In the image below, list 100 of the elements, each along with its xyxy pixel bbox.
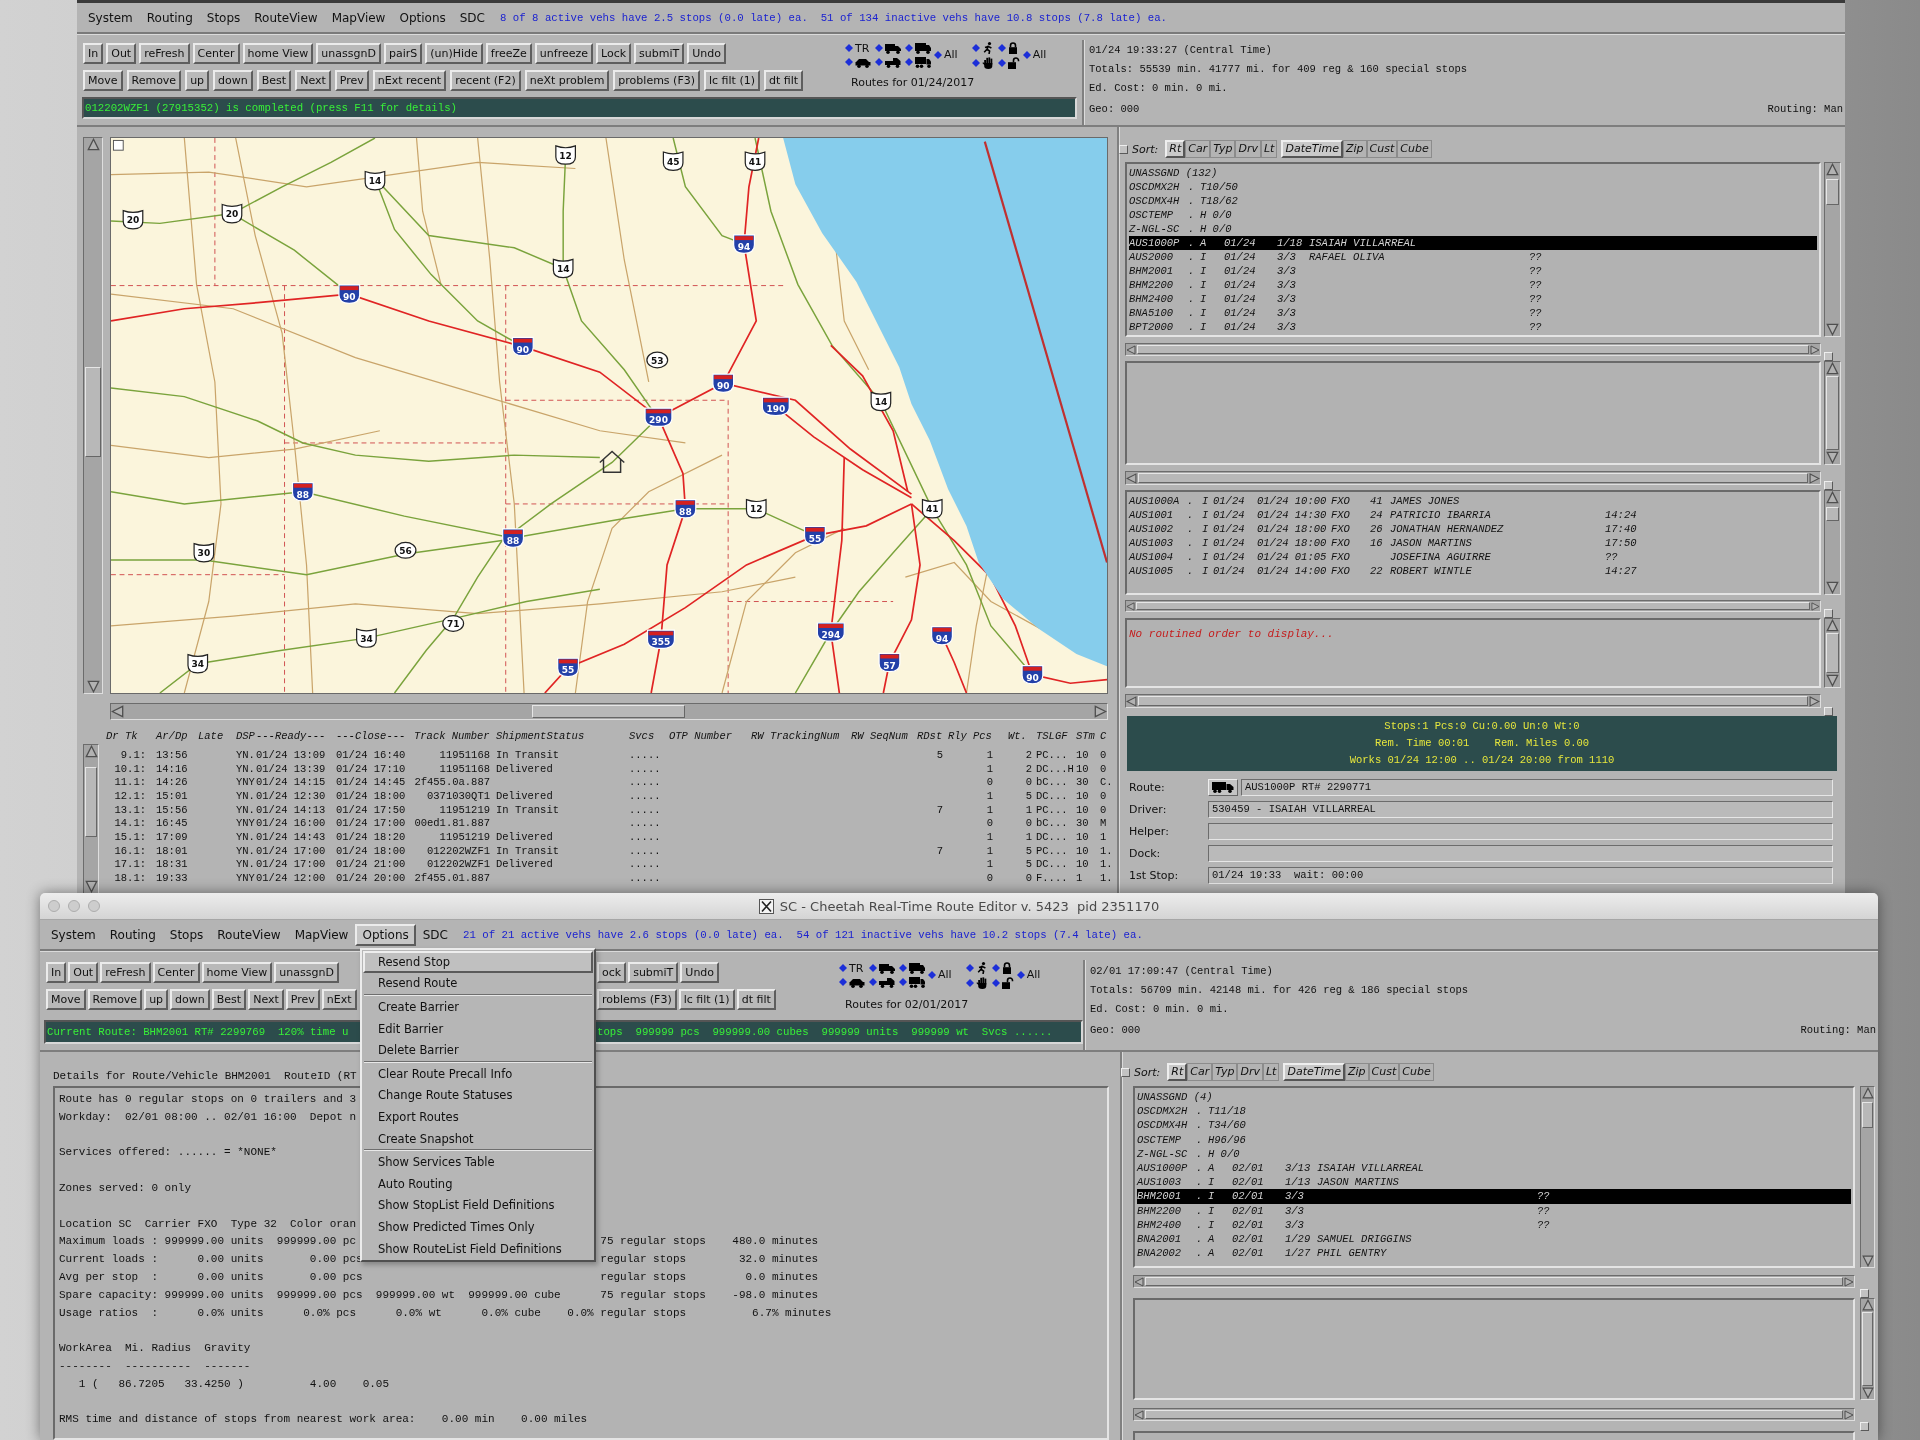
toolbar-button[interactable]: Remove	[87, 989, 143, 1010]
route-row[interactable]: OSCTEMP . H 0/0	[1129, 208, 1817, 222]
sort-button[interactable]: Rt	[1165, 140, 1186, 158]
sash-handle-icon[interactable]	[1860, 1289, 1869, 1298]
up-arrow-icon[interactable]	[1826, 163, 1839, 176]
route-row[interactable]: AUS1000P . A 02/01 3/13 ISAIAH VILLARREAL	[1137, 1160, 1851, 1176]
route-row[interactable]: BNA2001 . A 02/01 1/29 SAMUEL DRIGGINS	[1137, 1231, 1851, 1247]
order-row[interactable]: AUS1004 . I 01/24 01/24 01:05 FXO JOSEFINA AGUIRRE ??	[1129, 550, 1817, 564]
menu-item[interactable]: Routing	[102, 923, 163, 946]
menu-item[interactable]: Edit Barrier	[363, 1017, 593, 1040]
menu-item[interactable]: RouteView	[210, 923, 288, 946]
sort-button[interactable]: Cust	[1368, 1063, 1400, 1081]
toolbar-button[interactable]: neXt problem	[524, 70, 610, 91]
vertical-scrollbar[interactable]	[1824, 490, 1841, 595]
toolbar-button[interactable]: up	[144, 989, 169, 1010]
left-arrow-icon[interactable]	[1126, 344, 1136, 355]
scroll-thumb[interactable]	[1138, 473, 1808, 483]
scroll-thumb[interactable]	[1862, 1102, 1873, 1128]
menu-item[interactable]: SDC	[415, 923, 455, 946]
sort-button[interactable]: Typ	[1210, 140, 1236, 158]
sort-button[interactable]: Cube	[1399, 1063, 1434, 1081]
down-arrow-icon[interactable]	[1861, 1387, 1874, 1399]
toolbar-button[interactable]: Center	[152, 962, 200, 983]
route-row[interactable]: AUS2000 . I 01/24 3/3 RAFAEL OLIVA ??	[1129, 250, 1817, 264]
menu-item[interactable]: MapView	[287, 923, 356, 946]
menu-item[interactable]: Create Snapshot	[363, 1127, 593, 1150]
toolbar-button[interactable]: lc filt (1)	[678, 989, 735, 1010]
toolbar-button[interactable]: Best	[211, 989, 247, 1010]
vertical-scrollbar[interactable]	[1824, 162, 1841, 337]
toolbar-button[interactable]: down	[213, 70, 253, 91]
menu-item[interactable]: Stops	[162, 923, 211, 946]
vertical-scrollbar[interactable]	[1824, 361, 1841, 465]
toolbar-button[interactable]: Center	[192, 43, 240, 64]
toolbar-button[interactable]: Next	[248, 989, 284, 1010]
scroll-thumb[interactable]	[1145, 1277, 1843, 1286]
toolbar-button[interactable]: home View	[242, 43, 314, 64]
route-row[interactable]: OSCDMX2H . T10/50	[1129, 180, 1817, 194]
input-field[interactable]	[1208, 822, 1833, 840]
sash-handle-icon[interactable]	[1860, 1422, 1869, 1431]
vertical-scrollbar[interactable]	[1824, 618, 1841, 688]
toolbar-button[interactable]: Move	[83, 70, 123, 91]
route-row[interactable]: UNASSGND (4)	[1137, 1090, 1851, 1105]
right-arrow-icon[interactable]	[1811, 601, 1820, 611]
toolbar-button[interactable]: Prev	[334, 70, 369, 91]
horizontal-scrollbar[interactable]	[1125, 343, 1821, 356]
right-arrow-icon[interactable]	[1094, 705, 1107, 718]
sash-handle-icon[interactable]	[1824, 481, 1833, 490]
menu-item[interactable]: Routing	[139, 6, 200, 29]
horizontal-scrollbar[interactable]	[1125, 600, 1821, 612]
route-row[interactable]: BHM2400 . I 01/24 3/3 ??	[1129, 292, 1817, 306]
toolbar-button[interactable]: unfreeze	[534, 43, 593, 64]
right-arrow-icon[interactable]	[1844, 1276, 1854, 1287]
diamond-toggle-icon[interactable]	[928, 971, 936, 979]
menu-item[interactable]: Resend Route	[363, 972, 593, 995]
scroll-thumb[interactable]	[1137, 345, 1809, 354]
route-row[interactable]: UNASSGND (132)	[1129, 166, 1817, 180]
menu-item[interactable]: Create Barrier	[363, 996, 593, 1018]
horizontal-scrollbar[interactable]	[110, 703, 1108, 720]
vertical-scrollbar[interactable]	[83, 137, 103, 694]
toolbar-button[interactable]: Out	[106, 43, 137, 64]
down-arrow-icon[interactable]	[1826, 674, 1839, 687]
scroll-thumb[interactable]	[1826, 507, 1839, 521]
scroll-thumb[interactable]	[1826, 179, 1839, 205]
order-row[interactable]: AUS1000A . I 01/24 01/24 10:00 FXO 41 JAMES JONES	[1129, 494, 1817, 508]
toolbar-button[interactable]: dt filt	[736, 989, 776, 1010]
menu-item[interactable]: Show RouteList Field Definitions	[363, 1237, 593, 1260]
right-arrow-icon[interactable]	[1809, 695, 1820, 707]
menu-item[interactable]: SDC	[452, 6, 492, 29]
sort-button[interactable]: Cube	[1397, 140, 1432, 158]
route-row[interactable]: BHM2200 . I 01/24 3/3 ??	[1129, 278, 1817, 292]
sort-button[interactable]: Drv	[1237, 1063, 1263, 1081]
toolbar-button[interactable]: Remove	[126, 70, 182, 91]
up-arrow-icon[interactable]	[1861, 1087, 1874, 1099]
toolbar-button[interactable]: Lock	[596, 43, 632, 64]
route-row[interactable]: OSCDMX4H . T18/62	[1129, 194, 1817, 208]
up-arrow-icon[interactable]	[1826, 491, 1839, 504]
toolbar-button[interactable]: freeZe	[485, 43, 532, 64]
toolbar-button[interactable]: Next	[295, 70, 331, 91]
down-arrow-icon[interactable]	[86, 680, 100, 693]
toolbar-button[interactable]: problems (F3)	[613, 70, 700, 91]
route-row[interactable]: BNA5100 . I 01/24 3/3 ??	[1129, 306, 1817, 320]
down-arrow-icon[interactable]	[1826, 451, 1839, 464]
sort-button[interactable]: Typ	[1212, 1063, 1238, 1081]
vehicle-button[interactable]	[1208, 778, 1238, 796]
menu-item[interactable]: Clear Route Precall Info	[363, 1062, 593, 1085]
up-arrow-icon[interactable]	[1861, 1299, 1874, 1311]
route-row[interactable]: OSCDMX4H . T34/60	[1137, 1118, 1851, 1133]
route-row[interactable]: OSCTEMP . H96/96	[1137, 1132, 1851, 1147]
sort-button[interactable]: Drv	[1235, 140, 1261, 158]
toolbar-button[interactable]: Best	[256, 70, 292, 91]
order-row[interactable]: AUS1001 . I 01/24 01/24 14:30 FXO 24 PATRICIO IBARRIA 14:24	[1129, 508, 1817, 522]
toolbar-button[interactable]: reFresh	[139, 43, 190, 64]
diamond-toggle-icon[interactable]	[934, 51, 942, 59]
horizontal-scrollbar[interactable]	[1133, 1408, 1855, 1421]
menu-item[interactable]: Show StopList Field Definitions	[363, 1194, 593, 1217]
route-row[interactable]: AUS1003 . I 02/01 1/13 JASON MARTINS	[1137, 1175, 1851, 1190]
left-arrow-icon[interactable]	[1126, 601, 1135, 611]
sort-button[interactable]: Rt	[1167, 1063, 1188, 1081]
sort-button[interactable]: Cust	[1366, 140, 1398, 158]
route-row[interactable]: BHM2001 . I 02/01 3/3 ??	[1137, 1189, 1851, 1204]
